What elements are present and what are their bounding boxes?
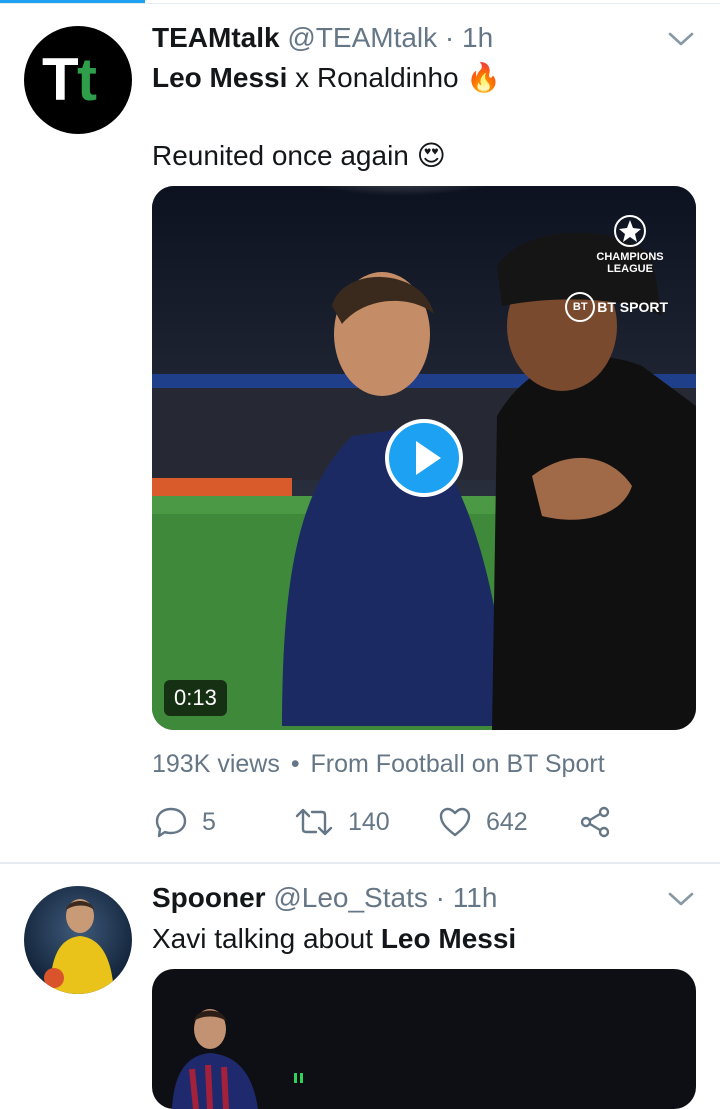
tweet-text-bold: Leo Messi	[380, 923, 517, 954]
tweet-actions: 5 140 642	[152, 802, 672, 842]
view-count: 193K views	[152, 750, 280, 778]
chevron-down-icon[interactable]	[666, 26, 696, 50]
tweet-time[interactable]: 1h	[462, 22, 493, 53]
author-handle[interactable]: @TEAMtalk	[287, 22, 437, 53]
play-icon[interactable]	[385, 419, 463, 497]
video-source-link[interactable]: From Football on BT Sport	[311, 750, 605, 778]
tweet-text: x Ronaldinho	[287, 62, 459, 93]
author-name[interactable]: TEAMtalk	[152, 22, 280, 53]
retweet-button[interactable]: 140	[294, 802, 390, 842]
tweet-text-bold: Leo Messi	[152, 62, 288, 93]
share-button[interactable]	[578, 802, 612, 842]
avatar[interactable]	[24, 886, 132, 994]
reply-count: 5	[202, 807, 216, 836]
tweet-header: TEAMtalk @TEAMtalk · 1h	[152, 18, 493, 58]
avatar-letter-t-green: t	[77, 46, 97, 113]
tweet-text: Reunited once again	[152, 140, 409, 171]
video-player[interactable]: CHAMPIONS LEAGUE BT BT SPORT 0:13	[152, 186, 696, 730]
bt-badge: BT	[565, 292, 596, 322]
tweet-card[interactable]: T t TEAMtalk @TEAMtalk · 1h Leo Messi x …	[0, 4, 720, 862]
fire-emoji: 🔥	[466, 62, 502, 93]
tweet-text-line: Reunited once again 😍	[152, 136, 446, 176]
header-separator: ·	[435, 882, 445, 913]
like-icon	[439, 807, 471, 837]
avatar[interactable]: T t	[24, 26, 132, 134]
author-handle[interactable]: @Leo_Stats	[273, 882, 428, 913]
reply-button[interactable]: 5	[154, 802, 216, 842]
reply-icon	[155, 807, 187, 838]
chevron-down-icon[interactable]	[666, 886, 696, 910]
competition-label: CHAMPIONS LEAGUE	[596, 251, 664, 275]
retweet-icon	[295, 808, 333, 836]
retweet-count: 140	[348, 807, 390, 836]
tweet-header: Spooner @Leo_Stats · 11h	[152, 878, 497, 918]
uefa-star-ball-icon	[614, 215, 646, 247]
avatar-letter-t: T	[42, 46, 79, 113]
tweet-text-line: Leo Messi x Ronaldinho 🔥	[152, 58, 501, 98]
meta-dot: •	[290, 750, 300, 778]
broadcaster-label: BT SPORT	[597, 299, 668, 315]
like-button[interactable]: 642	[438, 802, 528, 842]
share-icon	[580, 806, 610, 838]
tweet-card[interactable]: Spooner @Leo_Stats · 11h Xavi talking ab…	[0, 864, 720, 1109]
author-name[interactable]: Spooner	[152, 882, 266, 913]
avatar-photo	[44, 899, 114, 994]
video-meta: 193K views • From Football on BT Sport	[152, 746, 605, 782]
champions-league-logo: CHAMPIONS LEAGUE	[590, 214, 670, 275]
video-duration: 0:13	[164, 680, 227, 716]
video-thumbnail	[172, 1009, 303, 1109]
tweet-text-line: Xavi talking about Leo Messi	[152, 919, 516, 959]
like-count: 642	[486, 807, 528, 836]
tweet-time[interactable]: 11h	[453, 882, 498, 913]
tweet-text: Xavi talking about	[152, 923, 381, 954]
heart-eyes-emoji: 😍	[416, 140, 446, 171]
bt-sport-logo: BT BT SPORT	[565, 292, 668, 322]
video-player[interactable]	[152, 969, 696, 1109]
header-separator: ·	[444, 22, 455, 53]
